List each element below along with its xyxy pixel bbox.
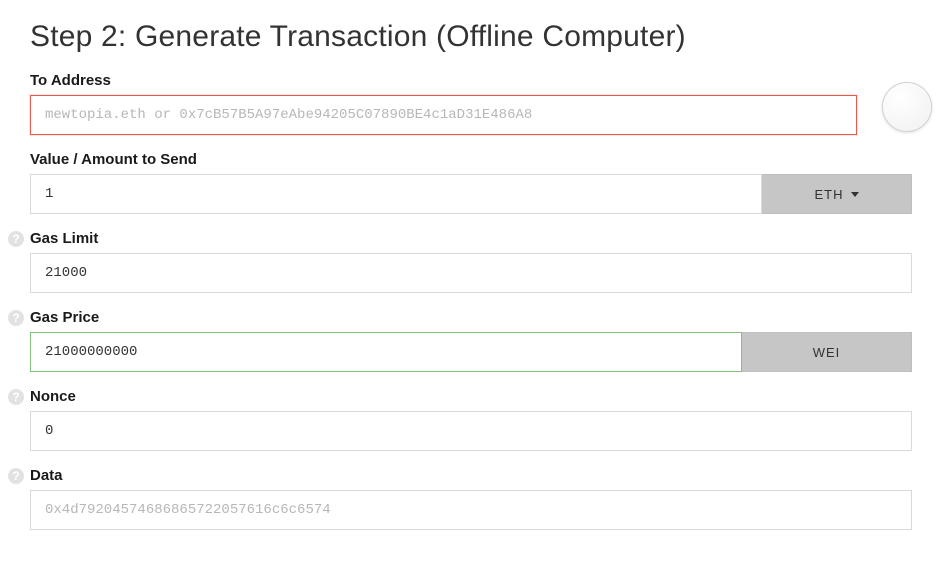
help-icon[interactable]: ? xyxy=(8,468,24,484)
gas-limit-input[interactable] xyxy=(30,253,912,293)
help-icon[interactable]: ? xyxy=(8,389,24,405)
page-title: Step 2: Generate Transaction (Offline Co… xyxy=(30,20,912,54)
amount-input[interactable] xyxy=(30,174,762,214)
currency-dropdown-label: ETH xyxy=(815,187,844,202)
gas-price-input[interactable] xyxy=(30,332,742,372)
amount-label: Value / Amount to Send xyxy=(30,151,912,168)
to-address-label: To Address xyxy=(30,72,857,89)
field-amount: Value / Amount to Send ETH xyxy=(30,151,912,214)
field-data: ? Data xyxy=(30,467,912,530)
field-to-address: To Address xyxy=(30,72,857,135)
help-icon[interactable]: ? xyxy=(8,231,24,247)
address-identicon xyxy=(882,82,932,132)
gas-price-unit: WEI xyxy=(742,332,912,372)
gas-limit-label: Gas Limit xyxy=(30,230,912,247)
help-icon[interactable]: ? xyxy=(8,310,24,326)
chevron-down-icon xyxy=(851,192,859,197)
gas-price-label: Gas Price xyxy=(30,309,912,326)
nonce-input[interactable] xyxy=(30,411,912,451)
field-gas-limit: ? Gas Limit xyxy=(30,230,912,293)
currency-dropdown[interactable]: ETH xyxy=(762,174,912,214)
to-address-input[interactable] xyxy=(30,95,857,135)
field-nonce: ? Nonce xyxy=(30,388,912,451)
data-label: Data xyxy=(30,467,912,484)
nonce-label: Nonce xyxy=(30,388,912,405)
data-input[interactable] xyxy=(30,490,912,530)
field-gas-price: ? Gas Price WEI xyxy=(30,309,912,372)
